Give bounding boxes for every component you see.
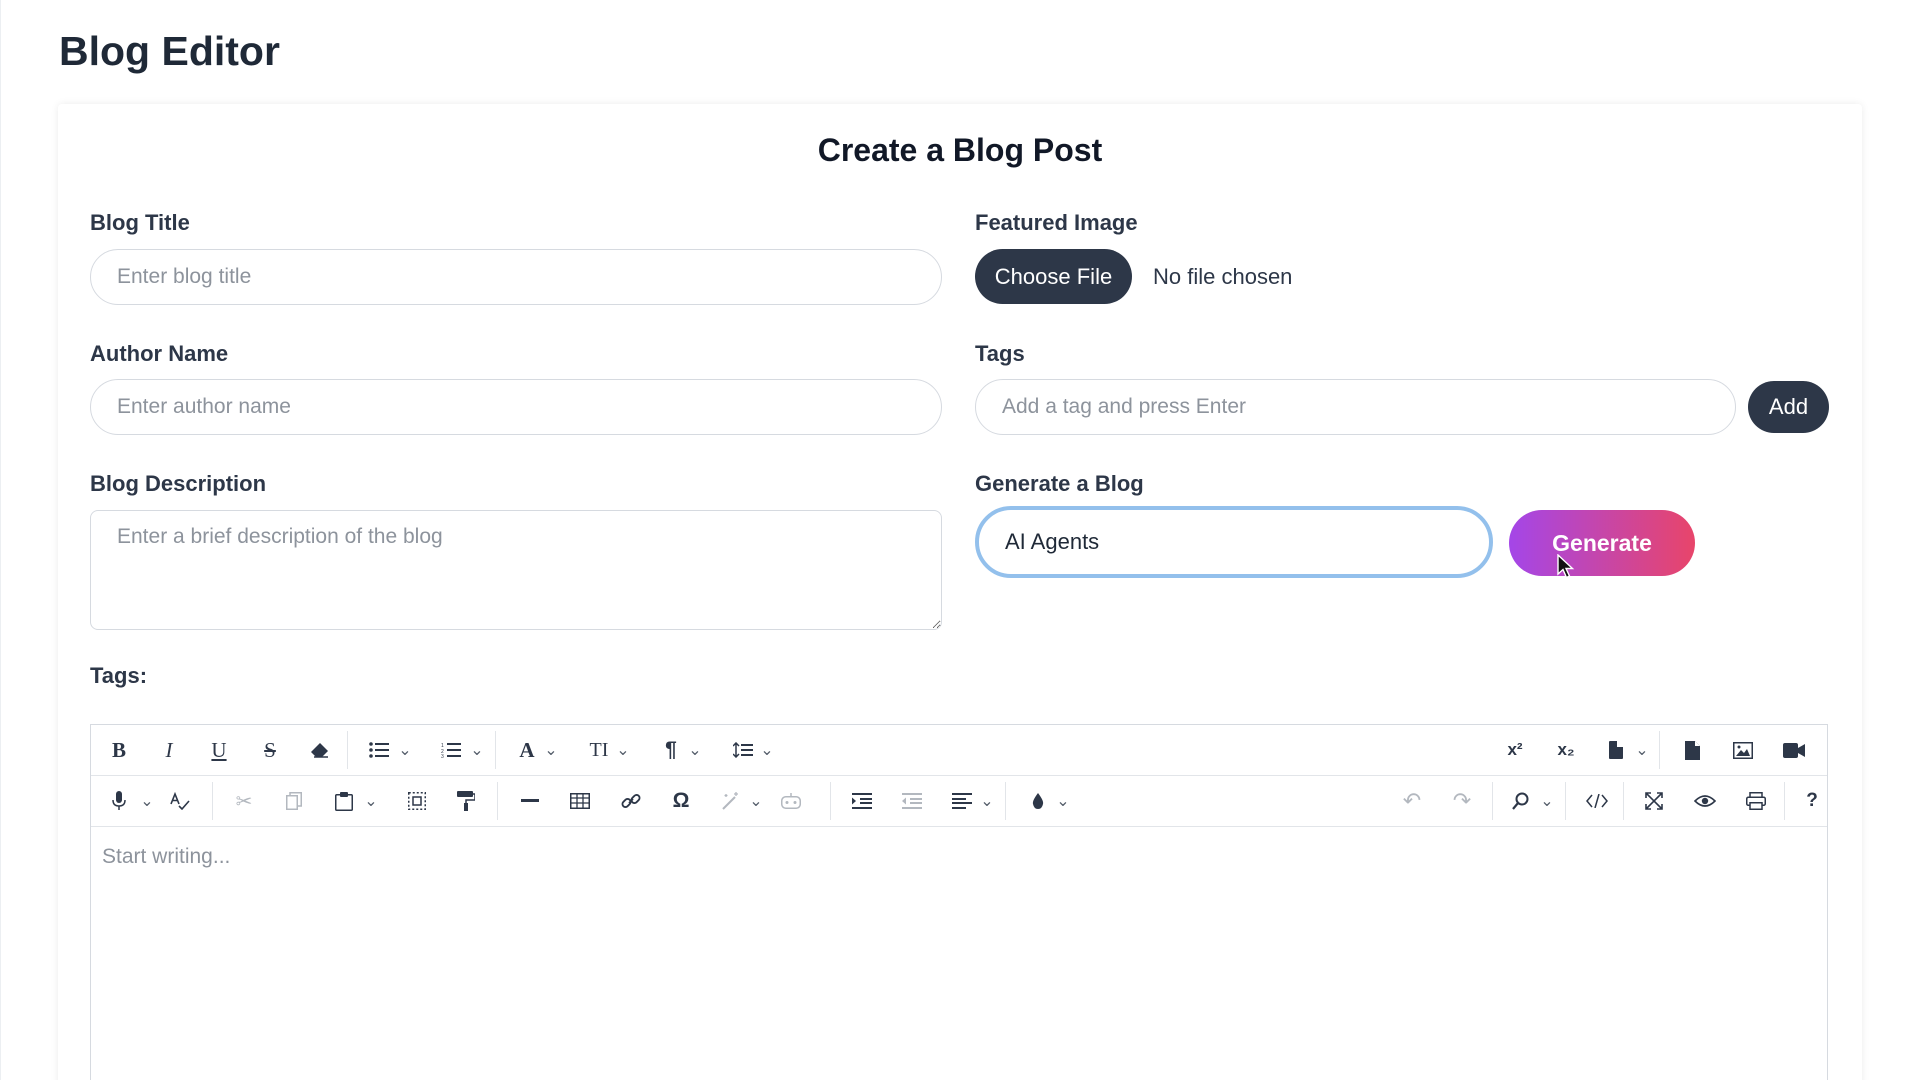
chevron-down-icon[interactable]: ⌄ [469, 725, 485, 775]
page-title: Blog Editor [59, 28, 280, 74]
chevron-down-icon[interactable]: ⌄ [759, 725, 775, 775]
toolbar-separator [212, 782, 213, 820]
editor-toolbar-row-2: ⌄ ✂ ⌄ Ω ⌄ ⌄ ⌄ ↶ ↷ ⌄ ? [91, 776, 1827, 827]
file-status-text: No file chosen [1153, 264, 1293, 289]
chevron-down-icon[interactable]: ⌄ [615, 725, 631, 775]
paste-icon[interactable] [330, 776, 358, 826]
subscript-button[interactable]: x₂ [1552, 725, 1580, 775]
bulleted-list-icon[interactable] [365, 725, 393, 775]
blog-description-textarea[interactable] [90, 510, 942, 630]
author-name-input[interactable] [90, 379, 942, 435]
chevron-down-icon[interactable]: ⌄ [363, 776, 379, 826]
rich-text-editor: B I U S ⌄ 123 ⌄ A ⌄ TI ⌄ ¶ ⌄ ⌄ x² x₂ ⌄ ⌄… [90, 724, 1828, 1080]
find-icon[interactable] [1507, 776, 1535, 826]
copy-icon[interactable] [280, 776, 308, 826]
ai-assistant-icon[interactable] [777, 776, 805, 826]
align-icon[interactable] [948, 776, 976, 826]
superscript-button[interactable]: x² [1501, 725, 1529, 775]
bold-button[interactable]: B [105, 725, 133, 775]
blog-form-card: Create a Blog Post Blog Title Featured I… [58, 104, 1862, 1080]
chevron-down-icon[interactable]: ⌄ [748, 776, 764, 826]
paragraph-button[interactable]: ¶ [657, 725, 685, 775]
italic-button[interactable]: I [155, 725, 183, 775]
generate-blog-label: Generate a Blog [975, 471, 1144, 496]
chevron-down-icon[interactable]: ⌄ [979, 776, 995, 826]
generate-button[interactable]: Generate [1509, 510, 1695, 576]
font-size-button[interactable]: TI [585, 725, 613, 775]
toolbar-separator [1005, 782, 1006, 820]
editor-toolbar-row-1: B I U S ⌄ 123 ⌄ A ⌄ TI ⌄ ¶ ⌄ ⌄ x² x₂ ⌄ [91, 725, 1827, 776]
font-color-button[interactable]: A [513, 725, 541, 775]
microphone-icon[interactable] [105, 776, 133, 826]
chevron-down-icon[interactable]: ⌄ [687, 725, 703, 775]
magic-wand-icon[interactable] [717, 776, 745, 826]
numbered-list-icon[interactable]: 123 [437, 725, 465, 775]
choose-file-button[interactable]: Choose File [975, 249, 1132, 304]
chevron-down-icon[interactable]: ⌄ [1539, 776, 1555, 826]
redo-icon[interactable]: ↷ [1448, 776, 1476, 826]
indent-icon[interactable] [848, 776, 876, 826]
toolbar-separator [830, 782, 831, 820]
page-break-icon[interactable] [1602, 725, 1630, 775]
outdent-icon[interactable] [898, 776, 926, 826]
toolbar-separator [347, 731, 348, 769]
toolbar-separator [1623, 782, 1624, 820]
page-edge [0, 0, 1, 1080]
special-character-button[interactable]: Ω [667, 776, 695, 826]
blog-title-label: Blog Title [90, 210, 190, 235]
chevron-down-icon[interactable]: ⌄ [1634, 725, 1650, 775]
toolbar-separator [497, 782, 498, 820]
chevron-down-icon[interactable]: ⌄ [1055, 776, 1071, 826]
document-icon[interactable] [1678, 725, 1706, 775]
select-all-icon[interactable] [403, 776, 431, 826]
strikethrough-button[interactable]: S [256, 725, 284, 775]
tags-list-label: Tags: [90, 663, 148, 688]
toolbar-separator [1784, 782, 1785, 820]
tags-label: Tags [975, 341, 1025, 366]
svg-text:3: 3 [441, 754, 444, 758]
line-height-icon[interactable] [729, 725, 757, 775]
cut-icon[interactable]: ✂ [230, 776, 258, 826]
video-icon[interactable] [1779, 725, 1809, 775]
featured-image-label: Featured Image [975, 210, 1138, 235]
blog-description-label: Blog Description [90, 471, 267, 496]
chevron-down-icon[interactable]: ⌄ [139, 776, 155, 826]
toolbar-separator [495, 731, 496, 769]
tag-input[interactable] [975, 379, 1736, 435]
mouse-cursor-icon [1557, 554, 1575, 579]
spellcheck-icon[interactable] [166, 776, 194, 826]
horizontal-rule-icon[interactable] [516, 776, 544, 826]
chevron-down-icon[interactable]: ⌄ [397, 725, 413, 775]
generate-topic-input[interactable] [975, 506, 1493, 578]
blog-title-input[interactable] [90, 249, 942, 305]
chevron-down-icon[interactable]: ⌄ [543, 725, 559, 775]
image-icon[interactable] [1728, 725, 1758, 775]
underline-button[interactable]: U [205, 725, 233, 775]
add-tag-button[interactable]: Add [1748, 381, 1829, 433]
eraser-icon[interactable] [306, 725, 334, 775]
author-name-label: Author Name [90, 341, 229, 366]
toolbar-separator [1659, 731, 1660, 769]
table-icon[interactable] [566, 776, 594, 826]
preview-icon[interactable] [1690, 776, 1720, 826]
toolbar-separator [1565, 782, 1566, 820]
format-painter-icon[interactable] [452, 776, 480, 826]
fullscreen-icon[interactable] [1640, 776, 1668, 826]
undo-icon[interactable]: ↶ [1398, 776, 1426, 826]
source-code-icon[interactable] [1582, 776, 1612, 826]
editor-content-area[interactable]: Start writing... [91, 827, 1827, 887]
link-icon[interactable] [617, 776, 645, 826]
fill-color-icon[interactable] [1024, 776, 1052, 826]
print-icon[interactable] [1741, 776, 1771, 826]
form-heading: Create a Blog Post [817, 132, 1103, 168]
help-button[interactable]: ? [1798, 776, 1826, 826]
toolbar-separator [1492, 782, 1493, 820]
